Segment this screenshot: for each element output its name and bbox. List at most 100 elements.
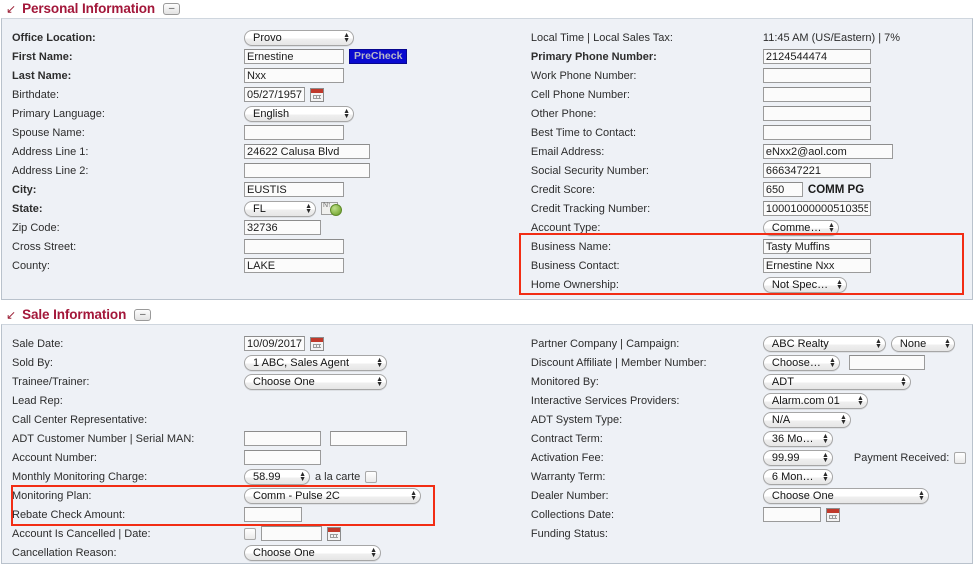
sale-information-header[interactable]: ↘ Sale Information – bbox=[0, 306, 974, 324]
business-name-input[interactable] bbox=[762, 239, 871, 254]
label-primary-phone: Primary Phone Number: bbox=[530, 50, 657, 63]
personal-information-header[interactable]: ↘ Personal Information – bbox=[0, 0, 974, 18]
label-account-type: Account Type: bbox=[530, 221, 601, 234]
work-phone-input[interactable] bbox=[762, 68, 871, 83]
partner-company-select[interactable]: ABC Realty ▲ ▼ bbox=[762, 335, 886, 352]
office-location-select[interactable]: Provo ▲ ▼ bbox=[244, 29, 354, 46]
rebate-check-amount-input[interactable] bbox=[244, 507, 302, 522]
label-call-center-representative: Call Center Representative: bbox=[12, 413, 148, 426]
chevron-updown-icon: ▲ ▼ bbox=[839, 413, 847, 426]
chevron-updown-icon: ▲ ▼ bbox=[874, 337, 882, 350]
map-lookup-icon[interactable] bbox=[321, 202, 342, 216]
interactive-services-providers-select[interactable]: Alarm.com 01 ▲ ▼ bbox=[762, 392, 868, 409]
payment-received-checkbox[interactable] bbox=[954, 451, 967, 464]
label-warranty-term: Warranty Term: bbox=[530, 470, 606, 483]
county-input[interactable] bbox=[244, 258, 344, 273]
primary-phone-input[interactable] bbox=[762, 49, 871, 64]
personal-left-column: Office Location: Provo ▲▼ First Name: Pr… bbox=[2, 19, 521, 299]
trainee-trainer-select[interactable]: Choose One ▲ ▼ bbox=[244, 373, 387, 390]
primary-language-select[interactable]: English ▲ ▼ bbox=[244, 105, 354, 122]
field-birthdate: Birthdate: bbox=[12, 85, 521, 104]
calendar-icon[interactable] bbox=[825, 507, 840, 522]
account-type-select[interactable]: Commercial ▲▼ bbox=[762, 219, 839, 236]
label-office-location: Office Location: bbox=[12, 31, 96, 44]
other-phone-input[interactable] bbox=[762, 106, 871, 121]
calendar-icon[interactable] bbox=[327, 526, 341, 541]
home-ownership-select[interactable]: Not Specified ▲▼ bbox=[762, 276, 847, 293]
field-spouse-name: Spouse Name: bbox=[12, 123, 521, 142]
activation-fee-select[interactable]: 99.99 ▲ ▼ bbox=[762, 449, 833, 466]
first-name-input[interactable] bbox=[244, 49, 344, 64]
sold-by-select[interactable]: 1 ABC, Sales Agent ▲ ▼ bbox=[244, 354, 387, 371]
cancellation-date-input[interactable] bbox=[261, 526, 322, 541]
monitored-by-select[interactable]: ADT ▲ ▼ bbox=[762, 373, 911, 390]
sale-information-panel: Sale Date: Sold By: 1 ABC, Sales Agent ▲… bbox=[1, 324, 973, 564]
spouse-name-input[interactable] bbox=[244, 125, 344, 140]
field-social-security-number: Social Security Number: bbox=[531, 161, 972, 180]
label-trainee-trainer: Trainee/Trainer: bbox=[12, 375, 90, 388]
cancellation-reason-select[interactable]: Choose One ▲ ▼ bbox=[244, 544, 381, 561]
monitoring-plan-select[interactable]: Comm - Pulse 2C ▲ ▼ bbox=[244, 487, 421, 504]
member-number-input[interactable] bbox=[848, 355, 925, 370]
account-number-input[interactable] bbox=[244, 450, 321, 465]
sale-date-input[interactable] bbox=[244, 336, 305, 351]
field-credit-score: Credit Score: COMM PG bbox=[531, 180, 972, 199]
collections-date-input[interactable] bbox=[762, 507, 821, 522]
label-monitoring-plan: Monitoring Plan: bbox=[12, 489, 92, 502]
label-lead-rep: Lead Rep: bbox=[12, 394, 63, 407]
field-other-phone: Other Phone: bbox=[531, 104, 972, 123]
cell-phone-input[interactable] bbox=[762, 87, 871, 102]
monthly-monitoring-charge-select[interactable]: 58.99 ▲ ▼ bbox=[244, 468, 310, 485]
label-contract-term: Contract Term: bbox=[530, 432, 603, 445]
email-address-input[interactable] bbox=[762, 144, 893, 159]
campaign-select[interactable]: None ▲ ▼ bbox=[890, 335, 955, 352]
contract-term-select[interactable]: 36 Months ▲▼ bbox=[762, 430, 833, 447]
dealer-number-select[interactable]: Choose One ▲ ▼ bbox=[762, 487, 929, 504]
label-business-name: Business Name: bbox=[530, 240, 612, 253]
label-first-name: First Name: bbox=[12, 50, 73, 63]
best-time-to-contact-input[interactable] bbox=[762, 125, 871, 140]
calendar-icon[interactable] bbox=[310, 87, 324, 102]
address-line-2-input[interactable] bbox=[244, 163, 370, 178]
personal-information-toggle-button[interactable]: – bbox=[163, 2, 181, 15]
precheck-button[interactable]: PreCheck bbox=[349, 49, 408, 64]
field-monitoring-plan: Monitoring Plan: Comm - Pulse 2C ▲ ▼ bbox=[12, 486, 521, 505]
zip-code-input[interactable] bbox=[244, 220, 321, 235]
field-local-time: Local Time | Local Sales Tax: 11:45 AM (… bbox=[531, 28, 972, 47]
field-cross-street: Cross Street: bbox=[12, 237, 521, 256]
a-la-carte-checkbox[interactable] bbox=[365, 470, 378, 483]
last-name-input[interactable] bbox=[244, 68, 344, 83]
label-social-security-number: Social Security Number: bbox=[530, 164, 649, 177]
label-monthly-monitoring-charge: Monthly Monitoring Charge: bbox=[12, 470, 148, 483]
address-line-1-input[interactable] bbox=[244, 144, 370, 159]
label-activation-fee: Activation Fee: bbox=[530, 451, 604, 464]
field-home-ownership: Home Ownership: Not Specified ▲▼ bbox=[531, 275, 972, 294]
birthdate-input[interactable] bbox=[244, 87, 305, 102]
state-select[interactable]: FL ▲ ▼ bbox=[244, 200, 316, 217]
credit-score-input[interactable] bbox=[762, 182, 803, 197]
sale-information-toggle-button[interactable]: – bbox=[134, 308, 152, 321]
social-security-number-input[interactable] bbox=[762, 163, 871, 178]
chevron-updown-icon: ▲ ▼ bbox=[410, 489, 417, 502]
discount-affiliate-select[interactable]: Choose One ▲▼ bbox=[762, 354, 840, 371]
calendar-icon[interactable] bbox=[310, 336, 324, 351]
account-is-cancelled-checkbox[interactable] bbox=[244, 527, 256, 540]
field-account-type: Account Type: Commercial ▲▼ bbox=[531, 218, 972, 237]
credit-tracking-number-input[interactable] bbox=[762, 201, 871, 216]
cross-street-input[interactable] bbox=[244, 239, 344, 254]
label-account-number: Account Number: bbox=[12, 451, 97, 464]
warranty-term-select[interactable]: 6 Months ▲ ▼ bbox=[762, 468, 833, 485]
personal-information-panel: Office Location: Provo ▲▼ First Name: Pr… bbox=[1, 18, 973, 300]
adt-customer-number-input[interactable] bbox=[244, 431, 321, 446]
business-contact-input[interactable] bbox=[762, 258, 871, 273]
field-address-line-1: Address Line 1: bbox=[12, 142, 521, 161]
chevron-updown-icon: ▲ ▼ bbox=[828, 356, 836, 369]
chevron-updown-icon: ▲ ▼ bbox=[299, 470, 306, 483]
field-primary-language: Primary Language: English ▲ ▼ bbox=[12, 104, 521, 123]
field-business-name: Business Name: bbox=[531, 237, 972, 256]
city-input[interactable] bbox=[244, 182, 344, 197]
adt-system-type-select[interactable]: N/A ▲ ▼ bbox=[762, 411, 851, 428]
serial-man-input[interactable] bbox=[330, 431, 407, 446]
label-rebate-check-amount: Rebate Check Amount: bbox=[12, 508, 126, 521]
label-payment-received: Payment Received: bbox=[853, 451, 950, 464]
